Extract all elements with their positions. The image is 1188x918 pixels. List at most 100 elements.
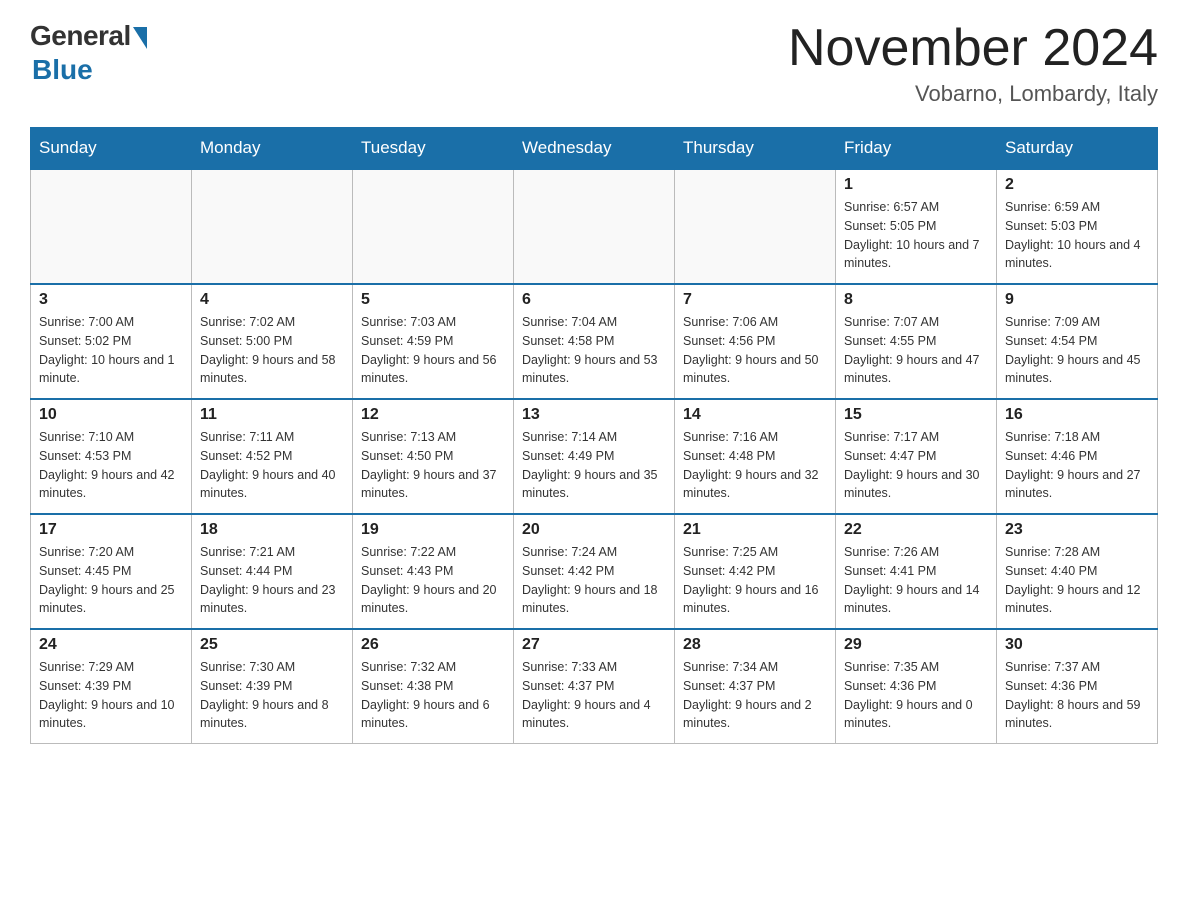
day-number: 2 — [1005, 176, 1149, 194]
day-number: 16 — [1005, 406, 1149, 424]
day-info: Sunrise: 7:13 AM Sunset: 4:50 PM Dayligh… — [361, 428, 505, 503]
day-info: Sunrise: 7:20 AM Sunset: 4:45 PM Dayligh… — [39, 543, 183, 618]
day-info: Sunrise: 7:00 AM Sunset: 5:02 PM Dayligh… — [39, 313, 183, 388]
location-text: Vobarno, Lombardy, Italy — [788, 81, 1158, 107]
day-info: Sunrise: 7:28 AM Sunset: 4:40 PM Dayligh… — [1005, 543, 1149, 618]
calendar-cell: 9 Sunrise: 7:09 AM Sunset: 4:54 PM Daylig… — [997, 284, 1158, 399]
calendar-day-header: Tuesday — [353, 128, 514, 170]
day-number: 18 — [200, 521, 344, 539]
day-number: 30 — [1005, 636, 1149, 654]
calendar-cell: 12 Sunrise: 7:13 AM Sunset: 4:50 PM Dayli… — [353, 399, 514, 514]
day-number: 6 — [522, 291, 666, 309]
day-number: 8 — [844, 291, 988, 309]
calendar-cell — [353, 169, 514, 284]
title-block: November 2024 Vobarno, Lombardy, Italy — [788, 20, 1158, 107]
calendar-day-header: Thursday — [675, 128, 836, 170]
calendar-day-header: Saturday — [997, 128, 1158, 170]
day-info: Sunrise: 7:21 AM Sunset: 4:44 PM Dayligh… — [200, 543, 344, 618]
calendar-day-header: Monday — [192, 128, 353, 170]
calendar-cell: 10Sunrise: 7:10 AM Sunset: 4:53 PM Dayli… — [31, 399, 192, 514]
calendar-header-row: SundayMondayTuesdayWednesdayThursdayFrid… — [31, 128, 1158, 170]
day-info: Sunrise: 7:18 AM Sunset: 4:46 PM Dayligh… — [1005, 428, 1149, 503]
calendar-cell: 17Sunrise: 7:20 AM Sunset: 4:45 PM Dayli… — [31, 514, 192, 629]
calendar-cell — [31, 169, 192, 284]
calendar-cell: 8 Sunrise: 7:07 AM Sunset: 4:55 PM Daylig… — [836, 284, 997, 399]
day-info: Sunrise: 7:02 AM Sunset: 5:00 PM Dayligh… — [200, 313, 344, 388]
calendar-cell: 5 Sunrise: 7:03 AM Sunset: 4:59 PM Daylig… — [353, 284, 514, 399]
calendar-week-row: 17Sunrise: 7:20 AM Sunset: 4:45 PM Dayli… — [31, 514, 1158, 629]
calendar-cell: 20 Sunrise: 7:24 AM Sunset: 4:42 PM Dayli… — [514, 514, 675, 629]
day-number: 4 — [200, 291, 344, 309]
calendar-cell: 14Sunrise: 7:16 AM Sunset: 4:48 PM Dayli… — [675, 399, 836, 514]
calendar-cell: 1Sunrise: 6:57 AM Sunset: 5:05 PM Daylig… — [836, 169, 997, 284]
day-info: Sunrise: 7:32 AM Sunset: 4:38 PM Dayligh… — [361, 658, 505, 733]
day-number: 13 — [522, 406, 666, 424]
day-info: Sunrise: 7:07 AM Sunset: 4:55 PM Dayligh… — [844, 313, 988, 388]
day-number: 28 — [683, 636, 827, 654]
calendar-cell: 15 Sunrise: 7:17 AM Sunset: 4:47 PM Dayli… — [836, 399, 997, 514]
calendar-cell — [514, 169, 675, 284]
day-info: Sunrise: 7:04 AM Sunset: 4:58 PM Dayligh… — [522, 313, 666, 388]
month-title: November 2024 — [788, 20, 1158, 77]
day-info: Sunrise: 7:29 AM Sunset: 4:39 PM Dayligh… — [39, 658, 183, 733]
day-number: 23 — [1005, 521, 1149, 539]
day-number: 15 — [844, 406, 988, 424]
day-info: Sunrise: 7:10 AM Sunset: 4:53 PM Dayligh… — [39, 428, 183, 503]
calendar-day-header: Wednesday — [514, 128, 675, 170]
day-number: 20 — [522, 521, 666, 539]
day-number: 7 — [683, 291, 827, 309]
calendar-week-row: 1Sunrise: 6:57 AM Sunset: 5:05 PM Daylig… — [31, 169, 1158, 284]
day-info: Sunrise: 6:59 AM Sunset: 5:03 PM Dayligh… — [1005, 198, 1149, 273]
day-number: 5 — [361, 291, 505, 309]
day-info: Sunrise: 7:37 AM Sunset: 4:36 PM Dayligh… — [1005, 658, 1149, 733]
day-info: Sunrise: 7:16 AM Sunset: 4:48 PM Dayligh… — [683, 428, 827, 503]
day-info: Sunrise: 7:25 AM Sunset: 4:42 PM Dayligh… — [683, 543, 827, 618]
calendar-cell: 25Sunrise: 7:30 AM Sunset: 4:39 PM Dayli… — [192, 629, 353, 744]
day-number: 24 — [39, 636, 183, 654]
calendar-cell: 11Sunrise: 7:11 AM Sunset: 4:52 PM Dayli… — [192, 399, 353, 514]
calendar-cell: 2 Sunrise: 6:59 AM Sunset: 5:03 PM Daylig… — [997, 169, 1158, 284]
day-info: Sunrise: 7:22 AM Sunset: 4:43 PM Dayligh… — [361, 543, 505, 618]
logo-arrow-icon — [133, 27, 147, 49]
calendar-cell: 29Sunrise: 7:35 AM Sunset: 4:36 PM Dayli… — [836, 629, 997, 744]
calendar-cell: 27 Sunrise: 7:33 AM Sunset: 4:37 PM Dayli… — [514, 629, 675, 744]
day-number: 27 — [522, 636, 666, 654]
logo: General Blue — [30, 20, 147, 86]
day-info: Sunrise: 7:17 AM Sunset: 4:47 PM Dayligh… — [844, 428, 988, 503]
day-number: 22 — [844, 521, 988, 539]
day-info: Sunrise: 7:06 AM Sunset: 4:56 PM Dayligh… — [683, 313, 827, 388]
calendar-cell: 18 Sunrise: 7:21 AM Sunset: 4:44 PM Dayli… — [192, 514, 353, 629]
calendar-day-header: Friday — [836, 128, 997, 170]
day-number: 1 — [844, 176, 988, 194]
calendar-week-row: 24 Sunrise: 7:29 AM Sunset: 4:39 PM Dayli… — [31, 629, 1158, 744]
day-info: Sunrise: 7:09 AM Sunset: 4:54 PM Dayligh… — [1005, 313, 1149, 388]
calendar-week-row: 3 Sunrise: 7:00 AM Sunset: 5:02 PM Daylig… — [31, 284, 1158, 399]
day-number: 26 — [361, 636, 505, 654]
day-number: 9 — [1005, 291, 1149, 309]
calendar-cell: 16 Sunrise: 7:18 AM Sunset: 4:46 PM Dayli… — [997, 399, 1158, 514]
day-info: Sunrise: 7:24 AM Sunset: 4:42 PM Dayligh… — [522, 543, 666, 618]
calendar-cell: 19 Sunrise: 7:22 AM Sunset: 4:43 PM Dayli… — [353, 514, 514, 629]
calendar-cell: 28Sunrise: 7:34 AM Sunset: 4:37 PM Dayli… — [675, 629, 836, 744]
day-info: Sunrise: 7:14 AM Sunset: 4:49 PM Dayligh… — [522, 428, 666, 503]
day-number: 29 — [844, 636, 988, 654]
calendar-cell: 24 Sunrise: 7:29 AM Sunset: 4:39 PM Dayli… — [31, 629, 192, 744]
calendar-day-header: Sunday — [31, 128, 192, 170]
logo-general-text: General — [30, 20, 131, 52]
calendar-cell: 13 Sunrise: 7:14 AM Sunset: 4:49 PM Dayli… — [514, 399, 675, 514]
calendar-cell — [675, 169, 836, 284]
day-number: 12 — [361, 406, 505, 424]
page-header: General Blue November 2024 Vobarno, Lomb… — [30, 20, 1158, 107]
calendar-cell: 22Sunrise: 7:26 AM Sunset: 4:41 PM Dayli… — [836, 514, 997, 629]
day-number: 21 — [683, 521, 827, 539]
day-info: Sunrise: 7:03 AM Sunset: 4:59 PM Dayligh… — [361, 313, 505, 388]
calendar-cell: 23 Sunrise: 7:28 AM Sunset: 4:40 PM Dayli… — [997, 514, 1158, 629]
day-number: 19 — [361, 521, 505, 539]
calendar-cell: 7 Sunrise: 7:06 AM Sunset: 4:56 PM Daylig… — [675, 284, 836, 399]
day-info: Sunrise: 7:11 AM Sunset: 4:52 PM Dayligh… — [200, 428, 344, 503]
calendar-cell: 21 Sunrise: 7:25 AM Sunset: 4:42 PM Dayli… — [675, 514, 836, 629]
day-number: 25 — [200, 636, 344, 654]
day-info: Sunrise: 7:33 AM Sunset: 4:37 PM Dayligh… — [522, 658, 666, 733]
day-number: 3 — [39, 291, 183, 309]
calendar-cell: 26 Sunrise: 7:32 AM Sunset: 4:38 PM Dayli… — [353, 629, 514, 744]
